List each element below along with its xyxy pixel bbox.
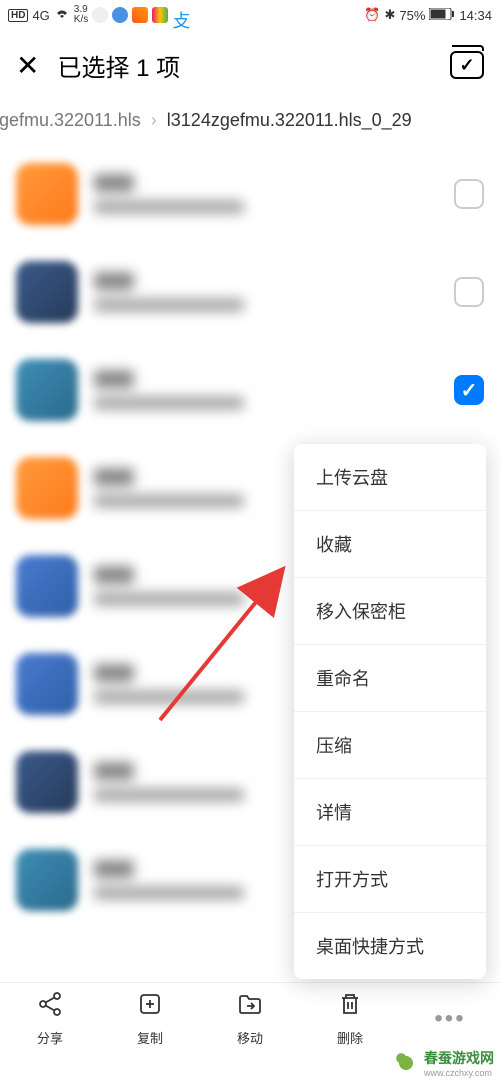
menu-desktop-shortcut[interactable]: 桌面快捷方式 [294, 913, 486, 979]
status-bar: HD 4G 3.9K/s 攴 ⏰ ✱ 75% 14:34 [0, 0, 500, 30]
menu-upload-cloud[interactable]: 上传云盘 [294, 444, 486, 511]
breadcrumb-current: l3124zgefmu.322011.hls_0_29 [167, 110, 412, 131]
checkbox-checked[interactable]: ✓ [454, 375, 484, 405]
app-icon-3 [132, 7, 148, 23]
menu-rename[interactable]: 重命名 [294, 645, 486, 712]
trash-icon [337, 991, 363, 1024]
share-label: 分享 [37, 1028, 63, 1047]
context-menu: 上传云盘 收藏 移入保密柜 重命名 压缩 详情 打开方式 桌面快捷方式 [294, 444, 486, 979]
app-icon-5: 攴 [172, 7, 188, 23]
more-button[interactable]: ••• [400, 983, 500, 1054]
move-button[interactable]: 移动 [200, 983, 300, 1054]
status-right: ⏰ ✱ 75% 14:34 [364, 7, 492, 23]
battery-icon [429, 8, 455, 23]
file-icon [16, 359, 78, 421]
clock: 14:34 [459, 8, 492, 23]
breadcrumb[interactable]: zgefmu.322011.hls › l3124zgefmu.322011.h… [0, 100, 500, 145]
file-icon [16, 849, 78, 911]
copy-icon [137, 991, 163, 1024]
battery-pct: 75% [399, 8, 425, 23]
watermark-name: 春蚕游戏网 [424, 1050, 494, 1066]
copy-button[interactable]: 复制 [100, 983, 200, 1054]
share-button[interactable]: 分享 [0, 983, 100, 1054]
file-icon [16, 751, 78, 813]
net-speed: 3.9K/s [74, 5, 88, 25]
select-all-button[interactable]: ✓ [450, 51, 484, 79]
move-label: 移动 [237, 1028, 263, 1047]
status-left: HD 4G 3.9K/s 攴 [8, 5, 188, 25]
share-icon [37, 991, 63, 1024]
page-title: 已选择 1 项 [57, 48, 432, 83]
chevron-right-icon: › [151, 110, 157, 131]
app-icon-1 [92, 7, 108, 23]
file-icon [16, 163, 78, 225]
watermark-logo-icon [394, 1051, 418, 1075]
watermark-url: www.czchxy.com [424, 1068, 494, 1078]
copy-label: 复制 [137, 1028, 163, 1047]
delete-button[interactable]: 删除 [300, 983, 400, 1054]
file-info [94, 272, 438, 312]
app-icon-4 [152, 7, 168, 23]
file-info [94, 174, 438, 214]
delete-label: 删除 [337, 1028, 363, 1047]
file-row[interactable] [16, 145, 484, 243]
title-bar: ✕ 已选择 1 项 ✓ [0, 30, 500, 100]
wifi-icon [54, 8, 70, 23]
breadcrumb-parent[interactable]: zgefmu.322011.hls [0, 110, 141, 131]
check-icon: ✓ [459, 55, 474, 76]
menu-favorite[interactable]: 收藏 [294, 511, 486, 578]
menu-details[interactable]: 详情 [294, 779, 486, 846]
alarm-icon: ⏰ [364, 7, 380, 23]
hd-badge: HD [8, 9, 28, 22]
file-icon [16, 653, 78, 715]
checkbox[interactable] [454, 277, 484, 307]
more-icon: ••• [434, 1005, 465, 1033]
bluetooth-icon: ✱ [385, 7, 396, 23]
file-row[interactable] [16, 243, 484, 341]
file-icon [16, 457, 78, 519]
file-row[interactable]: ✓ [16, 341, 484, 439]
watermark: 春蚕游戏网 www.czchxy.com [394, 1048, 494, 1078]
menu-compress[interactable]: 压缩 [294, 712, 486, 779]
file-info [94, 370, 438, 410]
move-icon [237, 991, 263, 1024]
app-icon-2 [112, 7, 128, 23]
bottom-toolbar: 分享 复制 移动 删除 ••• [0, 982, 500, 1054]
file-icon [16, 261, 78, 323]
close-icon[interactable]: ✕ [16, 49, 39, 82]
menu-move-to-safe[interactable]: 移入保密柜 [294, 578, 486, 645]
checkbox[interactable] [454, 179, 484, 209]
menu-open-with[interactable]: 打开方式 [294, 846, 486, 913]
net-type: 4G [32, 8, 49, 23]
file-icon [16, 555, 78, 617]
